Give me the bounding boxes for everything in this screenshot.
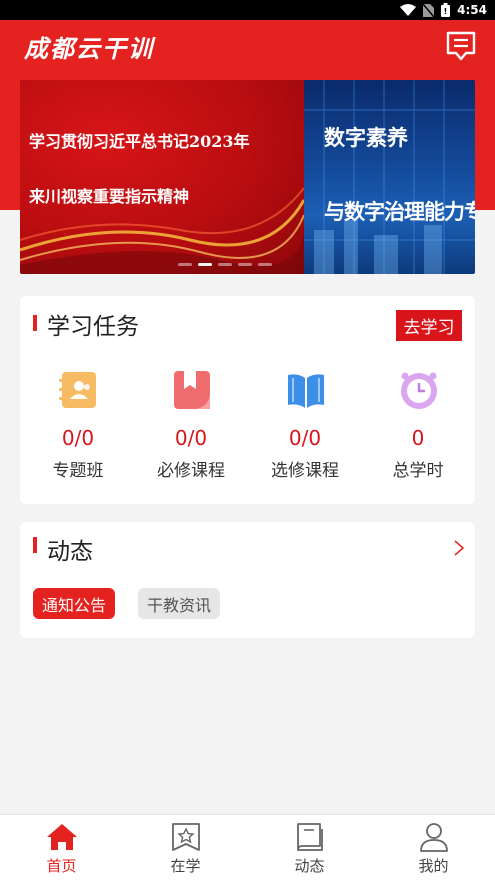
- carousel-dot[interactable]: [178, 263, 192, 266]
- user-icon: [420, 823, 448, 852]
- carousel-dot-active[interactable]: [198, 263, 212, 266]
- stat-value: 0: [411, 426, 425, 450]
- news-section-title: 动态: [47, 539, 93, 565]
- carousel-dot[interactable]: [258, 263, 272, 266]
- stat-elective-courses[interactable]: 0/0 选修课程: [248, 370, 362, 481]
- banner-slide-right: 数字素养 与数字治理能力专栏: [304, 80, 475, 274]
- stat-label: 选修课程: [271, 461, 339, 481]
- section-marker: [33, 315, 37, 331]
- battery-icon: !: [441, 3, 451, 17]
- go-study-button[interactable]: 去学习: [396, 310, 462, 341]
- class-contact-icon: [59, 372, 96, 408]
- tab-label: 在学: [170, 857, 201, 875]
- tab-dynamics[interactable]: 动态: [248, 815, 371, 880]
- learning-tasks-card: 学习任务 去学习 0/0 专题班 0/0 必修课程 0/0 选修课程 0 总学时: [20, 296, 475, 504]
- stat-required-courses[interactable]: 0/0 必修课程: [134, 370, 248, 481]
- stat-label: 专题班: [52, 461, 104, 481]
- banner-carousel[interactable]: 学习贯彻习近平总书记2023年 来川视察重要指示精神 数字素养 与数字治理能力专…: [20, 80, 475, 274]
- star-bookmark-icon: [172, 823, 200, 851]
- carousel-dot[interactable]: [238, 263, 252, 266]
- chevron-right-icon[interactable]: [453, 539, 465, 557]
- app-title: 成都云干训: [24, 34, 154, 63]
- news-card: 动态 通知公告 干教资讯: [20, 522, 475, 638]
- stat-value: 0/0: [61, 426, 95, 450]
- banner-wave-decoration: [20, 187, 304, 274]
- svg-text:!: !: [444, 7, 448, 16]
- banner-digital-decoration: [304, 80, 475, 274]
- tab-label: 我的: [418, 857, 449, 875]
- message-icon: [446, 31, 476, 61]
- carousel-indicator: [178, 263, 272, 266]
- chip-notices[interactable]: 通知公告: [33, 588, 116, 619]
- banner-right-title-1: 数字素养: [324, 126, 408, 150]
- status-time: 4:54: [457, 3, 487, 17]
- tasks-section-title: 学习任务: [47, 314, 139, 340]
- stat-label: 总学时: [392, 461, 444, 481]
- tab-label: 动态: [294, 857, 325, 875]
- required-bookmark-icon: [174, 371, 210, 409]
- message-button[interactable]: [445, 30, 477, 62]
- carousel-dot[interactable]: [218, 263, 232, 266]
- banner-right-title-2: 与数字治理能力专栏: [324, 200, 475, 224]
- tab-home[interactable]: 首页: [0, 815, 123, 880]
- tab-mine[interactable]: 我的: [372, 815, 495, 880]
- stat-label: 必修课程: [157, 461, 225, 481]
- wifi-icon: [400, 4, 417, 16]
- banner-slide-left: 学习贯彻习近平总书记2023年 来川视察重要指示精神: [20, 80, 304, 274]
- banner-headline-2: 来川视察重要指示精神: [29, 187, 190, 206]
- open-book-icon: [288, 374, 324, 408]
- stat-total-hours[interactable]: 0 总学时: [361, 370, 475, 481]
- tab-studying[interactable]: 在学: [124, 815, 247, 880]
- home-icon: [47, 824, 77, 850]
- book-icon: [297, 823, 323, 851]
- chip-training-news[interactable]: 干教资讯: [138, 588, 221, 619]
- banner-headline-1: 学习贯彻习近平总书记2023年: [29, 132, 250, 151]
- status-bar: ! 4:54: [0, 0, 495, 20]
- stat-special-class[interactable]: 0/0 专题班: [21, 370, 135, 481]
- stat-value: 0/0: [174, 426, 208, 450]
- tab-label: 首页: [46, 857, 77, 875]
- no-sim-icon: [423, 3, 435, 17]
- section-marker: [33, 537, 37, 553]
- clock-icon: [401, 372, 437, 409]
- stat-value: 0/0: [288, 426, 322, 450]
- bottom-tab-bar: 首页 在学 动态 我的: [0, 814, 495, 880]
